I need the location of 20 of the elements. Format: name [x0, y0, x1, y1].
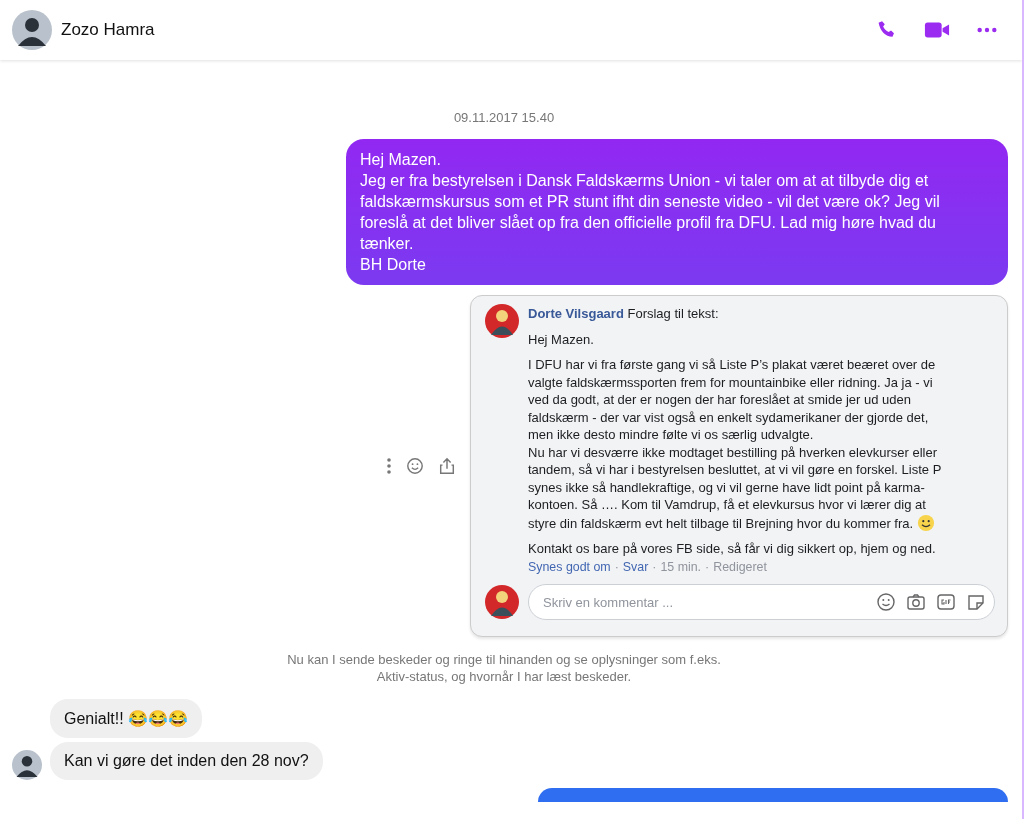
- meta-text: 15 min.: [660, 559, 702, 574]
- info-notice: Nu kan I sende beskeder og ringe til hinanden og se oplysninger som f.eks. Aktiv-status, og hvornår I har læst beskeder.: [286, 651, 722, 685]
- comment-input[interactable]: Skriv en kommentar ...: [541, 593, 866, 611]
- message-bubble: Genialt!! 😂😂😂: [50, 699, 203, 738]
- message-bubble: Kan vi gøre det inden den 28 nov?: [50, 742, 323, 780]
- message-bubble: Hej Mazen. Jeg er fra bestyrelsen i Dansk Faldskærms Union - vi taler om at at tilbyde dig et faldskærmskursus som et PR stunt ifht din seneste video - vil det være ok? Jeg vil foreslå at det bliver slået op fra den officielle profil fra DFU. Lad mig høre hvad du tænker. BH Dorte: [346, 139, 1008, 285]
- separator-dot: ·: [652, 559, 657, 574]
- comment-field[interactable]: Skriv en kommentar ...: [528, 584, 995, 620]
- action-link[interactable]: Svar: [622, 559, 649, 574]
- post-paragraph: Hej Mazen.: [528, 330, 595, 348]
- author-link[interactable]: Dorte Vilsgaard: [528, 306, 624, 321]
- post-paragraph: I DFU har vi fra første gang vi så Liste P’s plakat været beæret over de valgte faldskærmssporten frem for mountainbike eller ridning. Ja ja - vi ved da godt, at der er nogen der har foreslået at smide jer ud uden faldskærm - der var vist også en enkelt sydamerikaner der gjorde det, men ikke desto mindre følte vi os særlig udvalgte. Nu har vi desværre ikke modtaget bestilling på hverken elevkurser eller tandem, så vi har i bestyrelsen besluttet, at vi vil gøre en forskel. Liste P synes ikke så handlekraftige, og vi vil gerne have lidt point på karma-kontoen. Så …. Kom til Vamdrup, få et elevkursus hvor vi lærer dig at styre din faldskærm evt helt tilbage til Brejning hvor du kommer fra.: [528, 356, 943, 532]
- post-title: Forslag til tekst:: [627, 306, 719, 321]
- timestamp: 09.11.2017 15.40: [452, 110, 556, 125]
- action-link[interactable]: Synes godt om: [528, 559, 611, 574]
- meta-text: Redigeret: [713, 559, 767, 574]
- post-paragraph: Kontakt os bare på vores FB side, så får vi dig sikkert op, hjem og ned.: [528, 540, 937, 558]
- separator-dot: ·: [705, 559, 710, 574]
- separator-dot: ·: [614, 559, 619, 574]
- contact-name: Zozo Hamra: [61, 20, 155, 40]
